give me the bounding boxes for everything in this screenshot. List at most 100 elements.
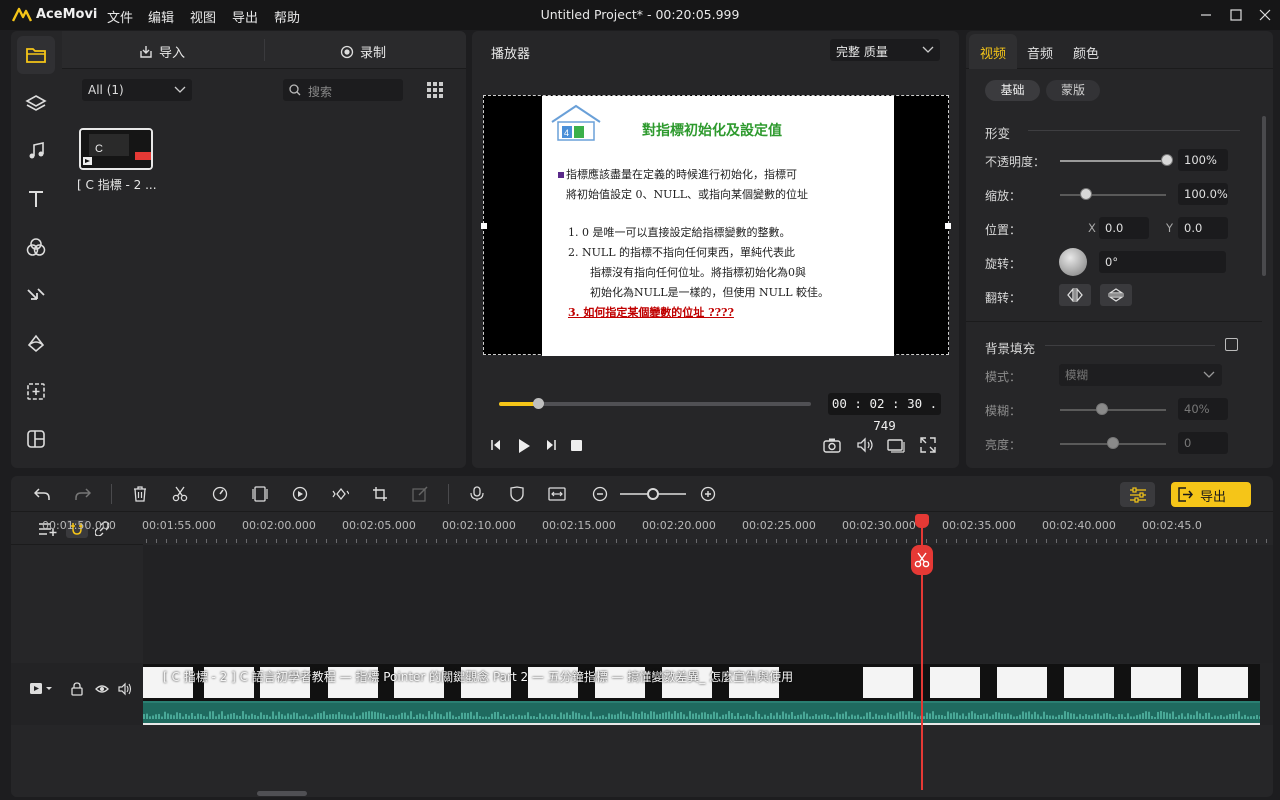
scale-slider[interactable] [1060,194,1166,196]
properties-scrollbar[interactable] [1262,116,1266,276]
resize-handle[interactable] [481,223,487,229]
resize-handle[interactable] [945,223,951,229]
maximize-icon[interactable] [1226,6,1246,24]
media-folder-icon[interactable] [17,36,55,74]
snapshot-icon[interactable] [823,437,841,453]
reverse-play-icon[interactable] [287,482,313,506]
speed-icon[interactable] [207,482,233,506]
scale-field[interactable]: 100.0% [1178,183,1228,205]
zoom-in-icon[interactable] [695,482,721,506]
fullscreen-icon[interactable] [920,437,936,453]
svg-text:4: 4 [564,128,569,138]
menu-edit[interactable]: 编辑 [148,7,174,26]
track-type-icon[interactable] [30,682,54,696]
blur-slider[interactable] [1060,409,1166,411]
fit-width-icon[interactable] [544,482,570,506]
zoom-slider-handle[interactable] [647,488,659,500]
edit-icon[interactable] [407,482,433,506]
audio-waveform[interactable] [143,701,1260,725]
tab-audio[interactable]: 音频 [1027,43,1053,62]
volume-icon[interactable] [856,437,874,453]
slide-frame: 4 對指標初始化及設定值 指標應該盡量在定義的時候進行初始化，指標可 將初始值設… [542,96,894,356]
time-ruler[interactable]: 00:01:50.000 00:01:55.000 00:02:00.000 00:0… [42,513,1273,545]
split-scissors-icon[interactable] [167,482,193,506]
timeline-settings-button[interactable] [1120,482,1155,507]
shield-icon[interactable] [504,482,530,506]
crop-icon[interactable] [367,482,393,506]
grid-view-icon[interactable] [427,82,443,98]
minimize-icon[interactable] [1196,6,1216,24]
seek-handle[interactable] [533,398,544,409]
layers-icon[interactable] [17,84,55,122]
split-at-playhead-button[interactable] [911,545,933,575]
bg-fill-checkbox[interactable] [1225,338,1238,351]
undo-icon[interactable] [29,482,55,506]
quality-select[interactable]: 完整 质量 [830,39,940,61]
flip-horizontal-icon[interactable] [1059,284,1091,306]
play-icon[interactable] [517,438,531,454]
rotation-dial[interactable] [1059,248,1087,276]
import-button[interactable]: 导入 [139,42,185,61]
opacity-slider-handle[interactable] [1161,154,1173,166]
position-x-field[interactable]: 0.0 [1099,217,1149,239]
tab-color[interactable]: 颜色 [1073,43,1099,62]
brightness-field[interactable]: 0 [1178,432,1228,454]
ruler-tick [276,539,277,543]
ruler-tick [246,539,247,543]
menu-file[interactable]: 文件 [107,7,133,26]
close-icon[interactable] [1255,6,1275,24]
tab-video[interactable]: 视频 [980,43,1006,62]
filter-value: All (1) [88,83,124,97]
redo-icon[interactable] [70,482,96,506]
lock-icon[interactable] [71,682,83,696]
filters-icon[interactable] [17,228,55,266]
menu-help[interactable]: 帮助 [274,7,300,26]
chevron-down-icon [1203,371,1215,378]
record-button[interactable]: 录制 [340,42,386,61]
slide-bullet-line1: 指標應該盡量在定義的時候進行初始化，指標可 [566,168,797,181]
music-icon[interactable] [17,132,55,170]
track-volume-icon[interactable] [118,682,132,696]
ruler-tick [526,539,527,543]
ruler-tick [1036,539,1037,543]
media-filter-select[interactable]: All (1) [82,79,192,101]
bg-style-select[interactable]: 模糊 [1059,364,1222,386]
menu-view[interactable]: 视图 [190,7,216,26]
visibility-eye-icon[interactable] [95,682,109,696]
flip-vertical-icon[interactable] [1100,284,1132,306]
video-preview[interactable]: 4 對指標初始化及設定值 指標應該盡量在定義的時候進行初始化，指標可 將初始值設… [481,95,951,356]
transitions-icon[interactable] [17,276,55,314]
freeze-frame-icon[interactable] [247,482,273,506]
seek-bar[interactable] [499,402,811,406]
aspect-ratio-icon[interactable] [887,437,905,453]
playhead-handle[interactable] [915,514,929,528]
add-overlay-icon[interactable] [17,372,55,410]
opacity-field[interactable]: 100% [1178,149,1228,171]
zoom-out-icon[interactable] [587,482,613,506]
subtab-basic[interactable]: 基础 [985,80,1040,101]
stop-icon[interactable] [571,440,582,451]
split-screen-icon[interactable] [17,420,55,458]
rotation-field[interactable]: 0° [1099,251,1226,273]
keyframe-icon[interactable] [327,482,353,506]
menu-export[interactable]: 导出 [232,7,258,26]
blur-slider-handle[interactable] [1096,403,1108,415]
next-frame-icon[interactable] [543,438,557,452]
opacity-slider[interactable] [1060,160,1166,162]
position-y-field[interactable]: 0.0 [1178,217,1228,239]
timeline-scrollbar[interactable] [257,791,307,796]
blur-field[interactable]: 40% [1178,398,1228,420]
prev-frame-icon[interactable] [490,438,504,452]
scale-slider-handle[interactable] [1080,188,1092,200]
media-thumbnail[interactable]: C [79,128,153,170]
video-clip[interactable]: [ C 指標 - 2 ] C 語言初學者教程 — 指標 Pointer 的關鍵觀… [143,664,1260,701]
brightness-slider-handle[interactable] [1107,437,1119,449]
microphone-icon[interactable] [464,482,490,506]
elements-icon[interactable] [17,324,55,362]
export-button[interactable]: 导出 [1171,482,1251,507]
text-icon[interactable] [17,180,55,218]
delete-icon[interactable] [127,482,153,506]
media-search-input[interactable]: 搜索 [283,79,403,101]
subtab-mask[interactable]: 蒙版 [1046,80,1100,101]
slide-logo-icon: 4 [551,104,601,141]
